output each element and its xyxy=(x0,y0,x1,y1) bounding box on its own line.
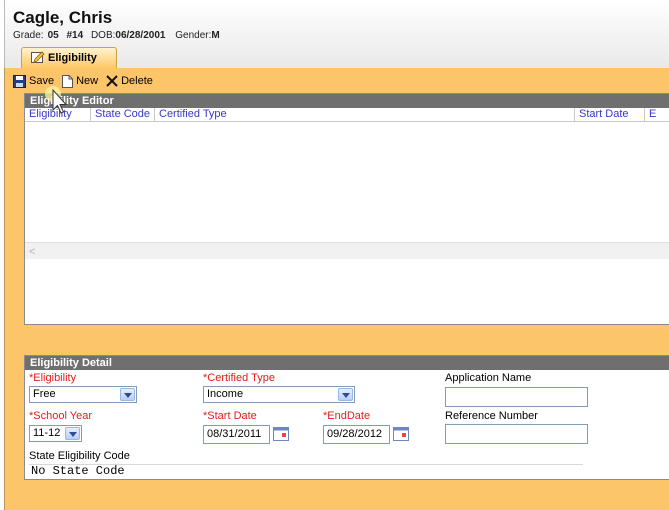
calendar-icon[interactable] xyxy=(393,427,409,441)
eligibility-label: *Eligibility xyxy=(29,372,77,384)
start-date-input[interactable]: 08/31/2011 xyxy=(203,425,270,444)
editor-blank-area xyxy=(25,259,669,324)
detail-title: Eligibility Detail xyxy=(25,356,669,370)
state-eligibility-code-value: No State Code xyxy=(29,464,583,478)
dob-label: DOB: xyxy=(90,30,116,41)
page: Cagle, Chris Grade: 05 #14 DOB:06/28/2001… xyxy=(0,0,669,510)
reference-number-input[interactable] xyxy=(445,424,588,444)
column-header-end-date[interactable]: E xyxy=(645,108,669,122)
column-header-state-code[interactable]: State Code xyxy=(91,108,155,122)
tab-label: Eligibility xyxy=(48,52,97,64)
student-header: Cagle, Chris Grade: 05 #14 DOB:06/28/2001… xyxy=(4,0,669,68)
editor-title: Eligibility Editor xyxy=(25,94,669,108)
eligibility-selected: Free xyxy=(33,388,56,400)
school-year-selected: 11-12 xyxy=(33,427,61,439)
student-number: #14 xyxy=(66,30,84,41)
student-name: Cagle, Chris xyxy=(13,8,113,27)
grid-header: Eligibility State Code Certified Type St… xyxy=(25,108,669,122)
gender-label: Gender: xyxy=(175,30,212,41)
chevron-down-icon[interactable] xyxy=(338,388,353,401)
workarea: Save New Delete Eligibility Editor Eligi… xyxy=(4,68,669,510)
certified-type-selected: Income xyxy=(207,388,244,400)
column-header-certified-type[interactable]: Certified Type xyxy=(155,108,575,122)
tab-eligibility[interactable]: Eligibility xyxy=(21,47,117,68)
start-date-label: *Start Date xyxy=(203,410,257,422)
end-date-input[interactable]: 09/28/2012 xyxy=(323,425,390,444)
school-year-select[interactable]: 11-12 xyxy=(29,425,82,442)
eligibility-editor: Eligibility Editor Eligibility State Cod… xyxy=(24,93,669,325)
application-name-input[interactable] xyxy=(445,387,588,407)
certified-type-select[interactable]: Income xyxy=(203,386,355,403)
grid-body xyxy=(25,122,669,242)
delete-icon xyxy=(106,75,118,87)
school-year-label: *School Year xyxy=(29,410,92,422)
certified-type-label: *Certified Type xyxy=(203,372,275,384)
reference-number-label: Reference Number xyxy=(445,410,538,422)
application-name-label: Application Name xyxy=(445,372,532,384)
dob-value: 06/28/2001 xyxy=(115,30,166,41)
state-eligibility-code-label: State Eligibility Code xyxy=(29,450,130,462)
grade-label: Grade: xyxy=(13,30,44,41)
new-label: New xyxy=(76,75,99,87)
gender-value: M xyxy=(211,30,220,41)
grade-value: 05 xyxy=(47,30,59,41)
delete-label: Delete xyxy=(121,75,153,87)
eligibility-detail: Eligibility Detail *Eligibility *Certifi… xyxy=(24,355,669,480)
calendar-icon[interactable] xyxy=(273,427,289,441)
student-info: Grade: 05 #14 DOB:06/28/2001 Gender:M xyxy=(13,30,220,41)
end-date-label: *EndDate xyxy=(323,410,371,422)
toolbar: Save New Delete xyxy=(13,72,153,90)
eligibility-tab-icon xyxy=(31,51,45,63)
mouse-cursor-icon xyxy=(45,86,68,114)
horizontal-scrollbar[interactable]: < xyxy=(25,242,669,259)
delete-button[interactable]: Delete xyxy=(106,75,153,87)
eligibility-select[interactable]: Free xyxy=(29,386,137,403)
scroll-left-icon[interactable]: < xyxy=(29,246,35,258)
column-header-start-date[interactable]: Start Date xyxy=(575,108,645,122)
chevron-down-icon[interactable] xyxy=(120,388,135,401)
chevron-down-icon[interactable] xyxy=(65,427,80,440)
save-icon xyxy=(13,74,26,88)
